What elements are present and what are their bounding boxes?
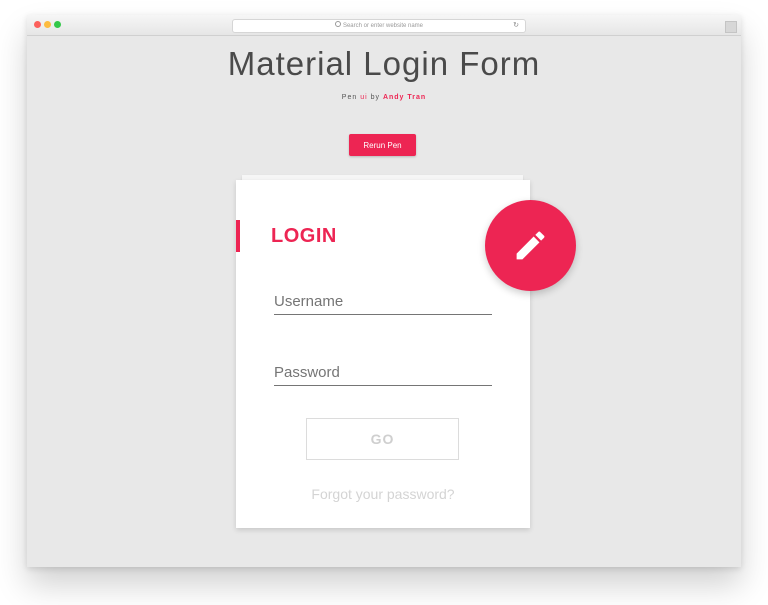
byline-prefix: Pen — [341, 94, 361, 101]
minimize-window-button[interactable] — [44, 21, 51, 28]
edit-fab-button[interactable] — [485, 200, 576, 291]
byline-author-link[interactable]: Andy Tran — [383, 94, 426, 101]
password-field[interactable] — [274, 359, 492, 386]
browser-titlebar: Search or enter website name ↻ — [27, 15, 741, 36]
page-byline: Pen ui by Andy Tran — [27, 94, 741, 101]
maximize-window-button[interactable] — [54, 21, 61, 28]
address-bar[interactable]: Search or enter website name ↻ — [232, 19, 526, 33]
byline-by: by — [367, 94, 383, 101]
browser-window: Search or enter website name ↻ Material … — [27, 15, 741, 567]
login-accent-bar — [236, 220, 240, 252]
forgot-password-link[interactable]: Forgot your password? — [236, 486, 530, 502]
page-title: Material Login Form — [227, 45, 541, 82]
rerun-pen-button[interactable]: Rerun Pen — [349, 134, 416, 156]
address-placeholder: Search or enter website name — [342, 23, 424, 29]
search-icon — [334, 21, 341, 28]
window-corner-button[interactable] — [725, 21, 737, 33]
close-window-button[interactable] — [34, 21, 41, 28]
go-button[interactable]: GO — [306, 418, 459, 460]
username-field[interactable] — [274, 288, 492, 315]
reload-icon[interactable]: ↻ — [513, 20, 519, 32]
pencil-icon — [516, 231, 545, 260]
byline-ui-word: ui — [360, 94, 368, 101]
login-heading: LOGIN — [271, 225, 337, 247]
